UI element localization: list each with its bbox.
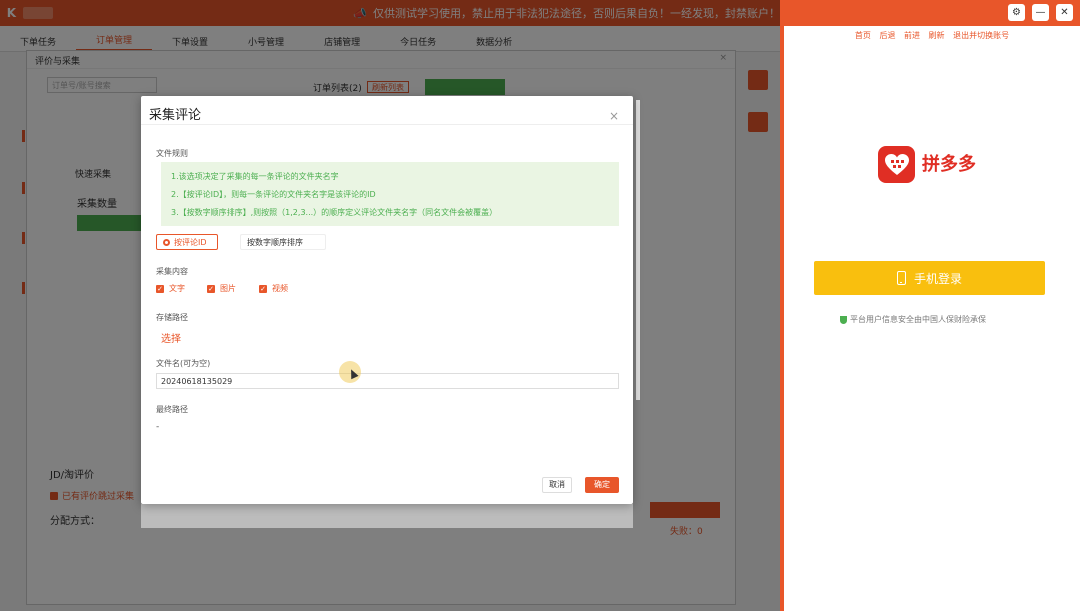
- cancel-button[interactable]: 取消: [542, 477, 572, 493]
- choose-path-link[interactable]: 选择: [161, 330, 181, 345]
- modal-footer-shade: [141, 504, 633, 528]
- nav-logout-switch-link[interactable]: 退出并切换账号: [953, 31, 1009, 40]
- phone-login-button[interactable]: 手机登录: [814, 261, 1045, 295]
- checkbox-label: 文字: [169, 284, 185, 293]
- dialog-title: 采集评论: [149, 108, 202, 123]
- sort-by-comment-id-radio[interactable]: 按评论ID: [156, 234, 218, 250]
- browser-title-bar: ⚙ — ✕: [784, 0, 1080, 26]
- rule-line: 1.该选项决定了采集的每一条评论的文件夹名字: [171, 172, 339, 181]
- phone-login-label: 手机登录: [913, 271, 962, 286]
- final-path-label: 最终路径: [156, 405, 188, 414]
- pdd-brand-name: 拼多多: [922, 154, 976, 175]
- rule-line: 2.【按评论ID】，则每一条评论的文件夹名字是该评论的ID: [171, 190, 376, 199]
- gear-icon[interactable]: ⚙: [1008, 4, 1025, 21]
- radio-label: 按评论ID: [174, 237, 207, 247]
- shield-icon: [840, 315, 847, 324]
- close-icon[interactable]: ×: [609, 109, 619, 123]
- phone-icon: [896, 271, 906, 285]
- browser-nav-bar: 首页 后退 前进 刷新 退出并切换账号: [784, 30, 1080, 41]
- collect-content-label: 采集内容: [156, 267, 188, 276]
- checkbox-label: 图片: [220, 284, 236, 293]
- confirm-button[interactable]: 确定: [585, 477, 619, 493]
- radio-selected-icon: [163, 238, 170, 246]
- divider: [141, 124, 633, 125]
- sort-by-number-radio[interactable]: 按数字顺序排序: [240, 234, 326, 250]
- radio-label: 按数字顺序排序: [247, 237, 303, 247]
- collect-comments-dialog: 采集评论 × 文件规则 1.该选项决定了采集的每一条评论的文件夹名字 2.【按评…: [141, 96, 633, 504]
- filename-input[interactable]: [156, 373, 619, 389]
- security-notice: 平台用户信息安全由中国人保财险承保: [840, 314, 986, 325]
- checkbox-checked-icon: ✓: [259, 284, 267, 293]
- filename-label: 文件名(可为空): [156, 359, 211, 368]
- video-checkbox[interactable]: ✓ 视频: [259, 283, 288, 294]
- rules-info-box: 1.该选项决定了采集的每一条评论的文件夹名字 2.【按评论ID】，则每一条评论的…: [161, 162, 619, 226]
- close-icon[interactable]: ✕: [1056, 4, 1073, 21]
- pdd-logo-icon: [878, 146, 915, 183]
- scrollbar[interactable]: [636, 100, 640, 400]
- image-checkbox[interactable]: ✓ 图片: [207, 283, 236, 294]
- file-rules-label: 文件规则: [156, 149, 188, 158]
- nav-home-link[interactable]: 首页: [855, 31, 871, 40]
- minimize-icon[interactable]: —: [1032, 4, 1049, 21]
- rule-line: 3.【按数字顺序排序】,则按照（1,2,3...）的顺序定义评论文件夹名字（同名…: [171, 208, 498, 217]
- final-path-value: -: [156, 422, 160, 432]
- security-notice-text: 平台用户信息安全由中国人保财险承保: [850, 315, 986, 324]
- nav-forward-link[interactable]: 前进: [904, 31, 920, 40]
- nav-back-link[interactable]: 后退: [879, 31, 895, 40]
- storage-path-label: 存储路径: [156, 313, 188, 322]
- checkbox-checked-icon: ✓: [156, 284, 164, 293]
- checkbox-checked-icon: ✓: [207, 284, 215, 293]
- pdd-browser-window: ⚙ — ✕ 首页 后退 前进 刷新 退出并切换账号 拼多多 手机登录 平台用户信…: [780, 0, 1080, 611]
- nav-refresh-link[interactable]: 刷新: [929, 31, 945, 40]
- text-checkbox[interactable]: ✓ 文字: [156, 283, 185, 294]
- checkbox-label: 视频: [272, 284, 288, 293]
